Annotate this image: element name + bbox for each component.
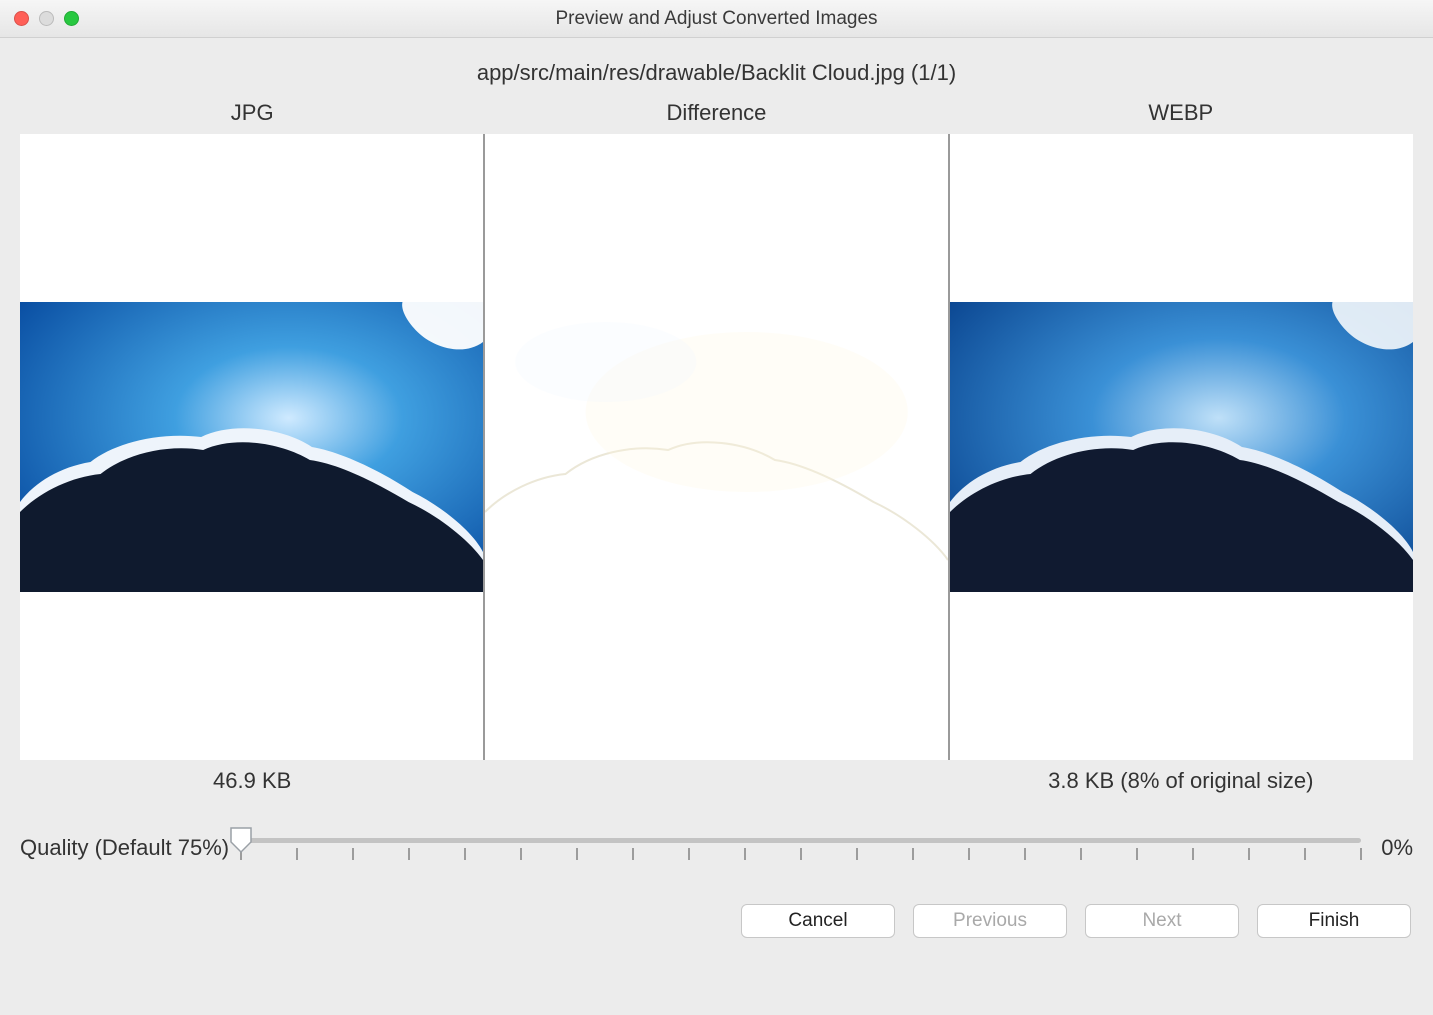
previous-button: Previous — [913, 904, 1067, 938]
original-image-panel — [20, 134, 483, 760]
traffic-lights — [14, 11, 79, 26]
difference-size-label — [484, 768, 948, 794]
titlebar: Preview and Adjust Converted Images — [0, 0, 1433, 38]
button-row: Cancel Previous Next Finish — [20, 904, 1413, 938]
slider-thumb[interactable] — [229, 826, 253, 854]
fullscreen-window-button[interactable] — [64, 11, 79, 26]
slider-ticks — [241, 848, 1361, 862]
file-path-label: app/src/main/res/drawable/Backlit Cloud.… — [20, 60, 1413, 86]
column-header-webp: WEBP — [949, 100, 1413, 126]
difference-image — [485, 302, 948, 592]
close-window-button[interactable] — [14, 11, 29, 26]
quality-value-label: 0% — [1373, 835, 1413, 861]
converted-size-label: 3.8 KB (8% of original size) — [949, 768, 1413, 794]
size-labels-row: 46.9 KB 3.8 KB (8% of original size) — [20, 768, 1413, 794]
column-header-difference: Difference — [484, 100, 948, 126]
next-button: Next — [1085, 904, 1239, 938]
column-headers: JPG Difference WEBP — [20, 100, 1413, 126]
minimize-window-button — [39, 11, 54, 26]
quality-label: Quality (Default 75%) — [20, 835, 229, 861]
image-panels — [20, 134, 1413, 760]
converted-cloud-image — [950, 302, 1413, 592]
quality-slider[interactable] — [241, 828, 1361, 868]
finish-button[interactable]: Finish — [1257, 904, 1411, 938]
original-cloud-image — [20, 302, 483, 592]
cancel-button[interactable]: Cancel — [741, 904, 895, 938]
original-size-label: 46.9 KB — [20, 768, 484, 794]
converted-image-panel — [948, 134, 1413, 760]
slider-track — [241, 838, 1361, 843]
column-header-jpg: JPG — [20, 100, 484, 126]
difference-image-panel — [483, 134, 948, 760]
quality-row: Quality (Default 75%) 0% — [20, 828, 1413, 868]
window-title: Preview and Adjust Converted Images — [0, 8, 1433, 30]
